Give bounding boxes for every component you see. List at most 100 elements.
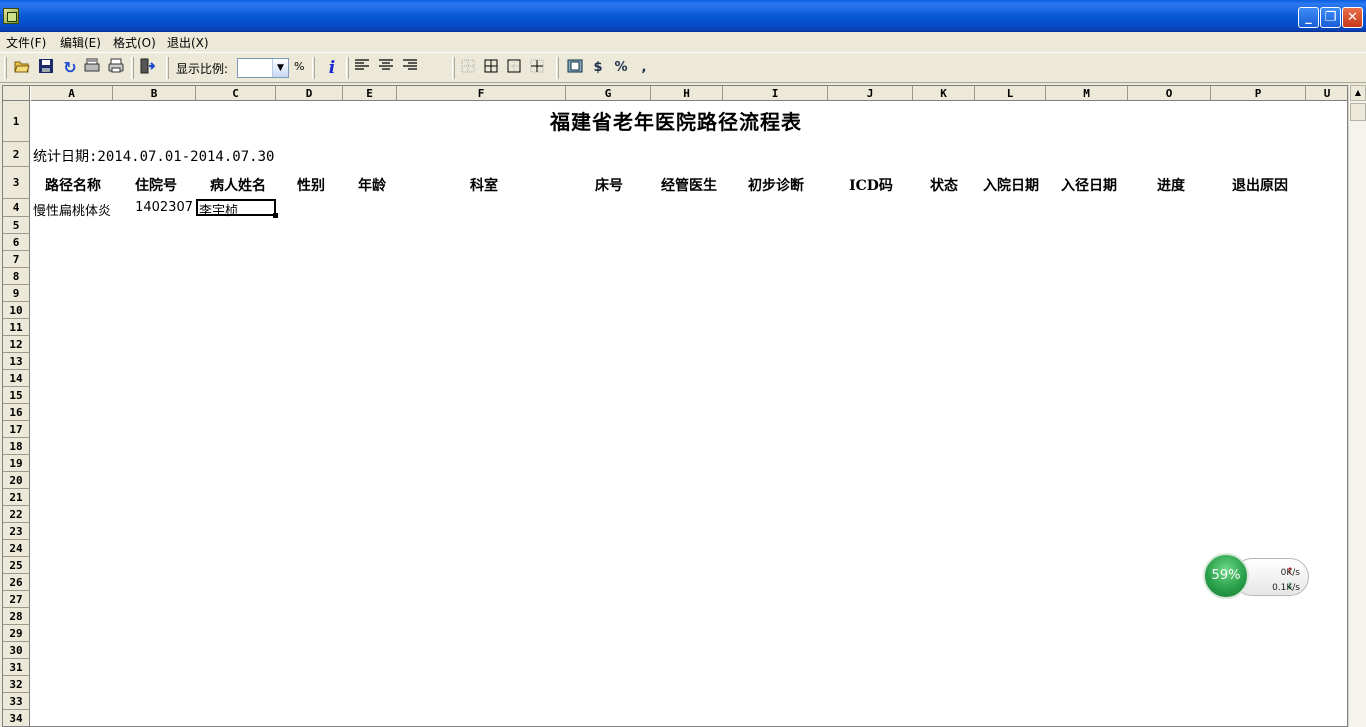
column-header[interactable]: C <box>196 86 276 101</box>
zoom-label: 显示比例: <box>176 62 229 76</box>
row-header[interactable]: 33 <box>3 693 30 710</box>
upload-speed: 0K/s <box>1280 568 1300 578</box>
print-preview-icon[interactable] <box>82 58 102 78</box>
percent-icon[interactable]: % <box>611 58 631 78</box>
column-header[interactable]: L <box>975 86 1046 101</box>
download-speed: 0.1K/s <box>1272 583 1300 593</box>
row-header[interactable]: 24 <box>3 540 30 557</box>
column-header[interactable]: O <box>1128 86 1211 101</box>
outer-border-icon[interactable] <box>504 58 524 78</box>
column-title-cell[interactable]: 进度 <box>1121 175 1221 195</box>
column-header[interactable]: E <box>343 86 397 101</box>
info-icon[interactable]: i <box>322 58 342 78</box>
zoom-select[interactable]: ▼ <box>237 58 289 78</box>
column-title-cell[interactable]: 经管医生 <box>639 175 739 195</box>
chevron-down-icon[interactable]: ▼ <box>272 59 288 77</box>
toolbar-grip <box>4 57 7 79</box>
column-header[interactable]: F <box>397 86 566 101</box>
open-icon[interactable] <box>12 58 32 78</box>
align-center-icon[interactable] <box>376 58 396 78</box>
align-left-icon[interactable] <box>352 58 372 78</box>
memory-percent-circle[interactable]: 59% <box>1203 553 1249 599</box>
column-header[interactable]: M <box>1046 86 1128 101</box>
row-header[interactable]: 12 <box>3 336 30 353</box>
comma-icon[interactable]: , <box>634 58 654 78</box>
row-header[interactable]: 11 <box>3 319 30 336</box>
exit-icon[interactable] <box>137 58 157 78</box>
row-header[interactable]: 9 <box>3 285 30 302</box>
row-header[interactable]: 25 <box>3 557 30 574</box>
row-header[interactable]: 16 <box>3 404 30 421</box>
toolbar: ↻ 显示比例: ▼ % i $ % , <box>0 52 1366 83</box>
column-header[interactable]: U <box>1306 86 1347 101</box>
spreadsheet[interactable]: ABCDEFGHIJKLMOPU 1 2 3 4 5 6 7 8 9 10 11 12 13 14 15 16… <box>2 85 1348 727</box>
column-header[interactable]: K <box>913 86 975 101</box>
column-header[interactable]: A <box>31 86 113 101</box>
row-header[interactable]: 15 <box>3 387 30 404</box>
select-all-corner[interactable] <box>3 86 30 101</box>
column-header[interactable]: J <box>828 86 913 101</box>
row-header[interactable]: 19 <box>3 455 30 472</box>
row-header[interactable]: 1 <box>3 101 30 142</box>
minimize-button[interactable]: _ <box>1298 7 1319 28</box>
row-header[interactable]: 7 <box>3 251 30 268</box>
row-header[interactable]: 20 <box>3 472 30 489</box>
menu-format[interactable]: 格式(O) <box>113 34 156 51</box>
save-icon[interactable] <box>36 58 56 78</box>
row-header[interactable]: 2 <box>3 142 30 167</box>
menu-file[interactable]: 文件(F) <box>6 34 46 51</box>
menu-edit[interactable]: 编辑(E) <box>60 34 101 51</box>
row-header[interactable]: 14 <box>3 370 30 387</box>
scroll-thumb[interactable] <box>1350 103 1366 121</box>
column-header[interactable]: H <box>651 86 723 101</box>
refresh-icon[interactable]: ↻ <box>60 58 80 78</box>
row-header[interactable]: 29 <box>3 625 30 642</box>
row-header[interactable]: 32 <box>3 676 30 693</box>
row-header[interactable]: 6 <box>3 234 30 251</box>
row-header[interactable]: 21 <box>3 489 30 506</box>
row-header[interactable]: 28 <box>3 608 30 625</box>
row-header[interactable]: 8 <box>3 268 30 285</box>
align-right-icon[interactable] <box>400 58 420 78</box>
column-header[interactable]: D <box>276 86 343 101</box>
cell-admission-no[interactable]: 1402307 <box>115 200 195 215</box>
close-button[interactable]: ✕ <box>1342 7 1363 28</box>
row-header[interactable]: 26 <box>3 574 30 591</box>
row-header[interactable]: 27 <box>3 591 30 608</box>
menu-exit[interactable]: 退出(X) <box>167 34 209 51</box>
column-header[interactable]: B <box>113 86 196 101</box>
column-title-cell[interactable]: 科室 <box>434 175 534 195</box>
row-header[interactable]: 18 <box>3 438 30 455</box>
toolbar-separator <box>166 57 169 79</box>
vertical-scrollbar[interactable]: ▲ <box>1348 85 1366 727</box>
row-header[interactable]: 5 <box>3 217 30 234</box>
row-header[interactable]: 30 <box>3 642 30 659</box>
inner-border-icon[interactable] <box>527 58 547 78</box>
sheet-title: 福建省老年医院路径流程表 <box>550 110 802 134</box>
row-header[interactable]: 13 <box>3 353 30 370</box>
cell-path-name[interactable]: 慢性扁桃体炎 <box>33 200 113 219</box>
row-header[interactable]: 23 <box>3 523 30 540</box>
no-border-icon[interactable] <box>458 58 478 78</box>
format-icon[interactable] <box>565 58 585 78</box>
row-header[interactable]: 22 <box>3 506 30 523</box>
network-speed-widget[interactable]: ↑ 0K/s ↓ 0.1K/s 59% <box>1203 553 1309 599</box>
row-header[interactable]: 4 <box>3 199 30 217</box>
fill-handle[interactable] <box>273 213 278 218</box>
print-icon[interactable] <box>106 58 126 78</box>
column-header[interactable]: I <box>723 86 828 101</box>
scroll-up-button[interactable]: ▲ <box>1350 85 1366 101</box>
restore-button[interactable]: ❐ <box>1320 7 1341 28</box>
all-borders-icon[interactable] <box>481 58 501 78</box>
column-title-cell[interactable]: 年龄 <box>322 175 422 195</box>
column-title-cell[interactable]: 初步诊断 <box>726 175 826 195</box>
zoom-percent-label: % <box>294 60 305 73</box>
row-header[interactable]: 17 <box>3 421 30 438</box>
row-header[interactable]: 34 <box>3 710 30 726</box>
column-header[interactable]: G <box>566 86 651 101</box>
column-header[interactable]: P <box>1211 86 1306 101</box>
currency-icon[interactable]: $ <box>588 58 608 78</box>
row-header[interactable]: 31 <box>3 659 30 676</box>
column-title-cell[interactable]: 退出原因 <box>1210 175 1310 195</box>
row-header[interactable]: 10 <box>3 302 30 319</box>
